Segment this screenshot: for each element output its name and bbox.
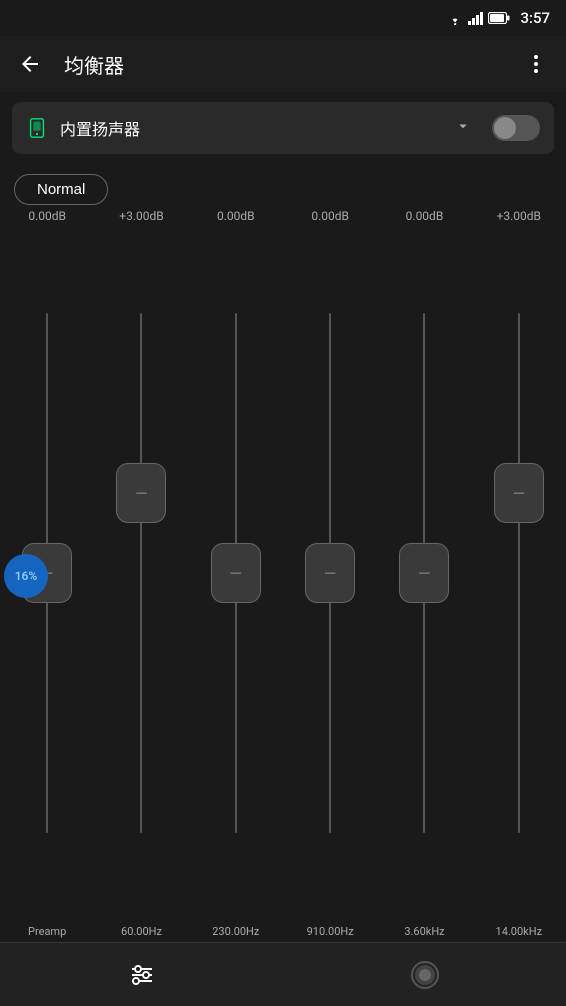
device-icon [26, 117, 48, 139]
slider-track-3600hz[interactable] [377, 227, 471, 919]
bottom-nav [0, 942, 566, 1006]
sliders-row [0, 227, 566, 919]
slider-col-60hz [94, 227, 188, 919]
slider-thumb-14khz[interactable] [494, 463, 544, 523]
freq-labels-row: Preamp 60.00Hz 230.00Hz 910.00Hz 3.60kHz… [0, 919, 566, 942]
freq-label-1: 60.00Hz [94, 925, 188, 938]
slider-thumb-910hz[interactable] [305, 543, 355, 603]
slider-track-14khz[interactable] [472, 227, 566, 919]
status-bar: 3:57 [0, 0, 566, 36]
signal-icon [468, 11, 484, 25]
slider-track-230hz[interactable] [189, 227, 283, 919]
slider-col-230hz [189, 227, 283, 919]
preset-button[interactable]: Normal [14, 174, 108, 205]
db-label-3: 0.00dB [283, 209, 377, 223]
back-button[interactable] [12, 46, 48, 82]
equalizer-nav-button[interactable] [118, 951, 166, 999]
slider-col-910hz [283, 227, 377, 919]
db-labels-row: 0.00dB +3.00dB 0.00dB 0.00dB 0.00dB +3.0… [0, 209, 566, 227]
freq-label-5: 14.00kHz [472, 925, 566, 938]
sliders-wrapper: 16% 0.00dB +3.00dB 0.00dB 0.00dB 0.00dB … [0, 209, 566, 942]
slider-track-910hz[interactable] [283, 227, 377, 919]
main-content: 内置扬声器 Normal 16% 0.00dB +3.00dB 0.00dB 0… [0, 92, 566, 942]
device-selector[interactable]: 内置扬声器 [12, 102, 554, 154]
freq-label-4: 3.60kHz [377, 925, 471, 938]
page-title: 均衡器 [64, 50, 502, 79]
slider-thumb-230hz[interactable] [211, 543, 261, 603]
status-time: 3:57 [520, 9, 550, 27]
more-options-button[interactable] [518, 46, 554, 82]
db-label-4: 0.00dB [377, 209, 471, 223]
freq-label-0: Preamp [0, 925, 94, 938]
device-dropdown-button[interactable] [454, 117, 472, 140]
wifi-icon [446, 11, 464, 25]
slider-col-3600hz [377, 227, 471, 919]
preset-area: Normal [0, 164, 566, 209]
device-toggle[interactable] [492, 115, 540, 141]
top-bar: 均衡器 [0, 36, 566, 92]
db-label-1: +3.00dB [94, 209, 188, 223]
db-label-2: 0.00dB [189, 209, 283, 223]
freq-label-2: 230.00Hz [189, 925, 283, 938]
device-name: 内置扬声器 [60, 116, 442, 140]
battery-icon [488, 12, 510, 24]
slider-thumb-60hz[interactable] [116, 463, 166, 523]
profile-nav-button[interactable] [401, 951, 449, 999]
freq-label-3: 910.00Hz [283, 925, 377, 938]
slider-thumb-3600hz[interactable] [399, 543, 449, 603]
db-label-5: +3.00dB [472, 209, 566, 223]
slider-track-60hz[interactable] [94, 227, 188, 919]
status-icons [446, 11, 510, 25]
db-label-0: 0.00dB [0, 209, 94, 223]
slider-col-14khz [472, 227, 566, 919]
percent-badge: 16% [4, 554, 48, 598]
